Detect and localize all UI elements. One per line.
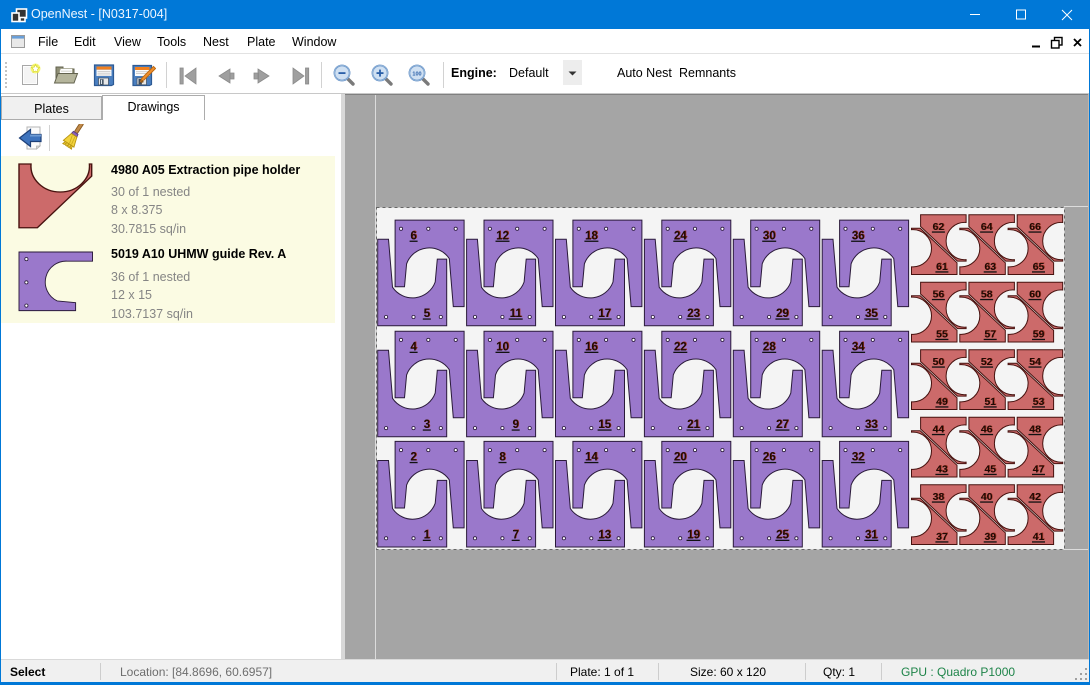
svg-text:12: 12 <box>496 230 509 242</box>
svg-text:24: 24 <box>673 230 686 242</box>
svg-text:6: 6 <box>410 230 416 242</box>
svg-text:100: 100 <box>412 72 421 78</box>
svg-text:62: 62 <box>932 221 944 233</box>
svg-text:18: 18 <box>585 230 598 242</box>
svg-text:30: 30 <box>762 230 775 242</box>
svg-text:66: 66 <box>1029 221 1041 233</box>
svg-text:36: 36 <box>851 230 864 242</box>
svg-text:64: 64 <box>980 221 992 233</box>
